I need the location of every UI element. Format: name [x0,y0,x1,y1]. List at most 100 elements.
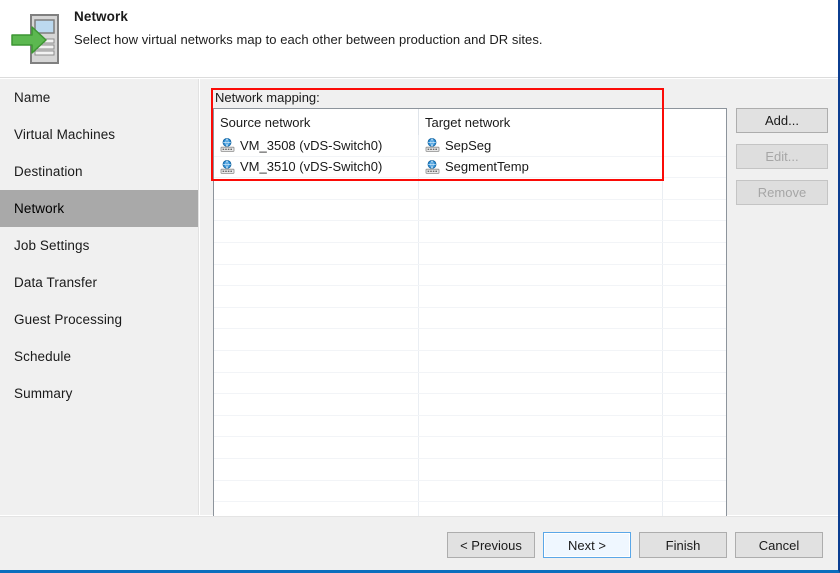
column-header-target-network[interactable]: Target network [419,109,663,135]
cell-empty [419,394,663,415]
cell-empty [214,373,419,394]
remove-button: Remove [736,180,828,205]
sidebar-item-name[interactable]: Name [0,79,198,116]
cell-empty [419,221,663,242]
cell-empty [214,200,419,221]
table-empty-row[interactable] [214,394,726,416]
cell-empty [419,351,663,372]
table-empty-row[interactable] [214,286,726,308]
add-button[interactable]: Add... [736,108,828,133]
cell-empty [214,394,419,415]
cell-empty [214,437,419,458]
cell-empty [663,200,726,221]
network-icon [220,138,235,152]
cell-empty [663,373,726,394]
cancel-button[interactable]: Cancel [735,532,823,558]
network-icon [425,138,440,152]
table-empty-row[interactable] [214,329,726,351]
cell-empty [663,394,726,415]
sidebar-item-destination[interactable]: Destination [0,153,198,190]
sidebar-item-summary[interactable]: Summary [0,375,198,412]
network-mapping-table[interactable]: Source networkTarget networkVM_3508 (vDS… [213,108,727,573]
target-network-label: SegmentTemp [445,159,529,174]
finish-button[interactable]: Finish [639,532,727,558]
sidebar-item-job-settings[interactable]: Job Settings [0,227,198,264]
column-header-extra[interactable] [663,109,726,135]
edit-button: Edit... [736,144,828,169]
cell-empty [214,178,419,199]
target-network-label: SepSeg [445,138,491,153]
table-actions-group: Add... Edit... Remove [736,108,828,216]
server-arrow-icon [10,10,68,68]
next-button[interactable]: Next > [543,532,631,558]
cell-empty [419,308,663,329]
cell-target-network[interactable]: SegmentTemp [419,157,663,178]
wizard-steps-sidebar: NameVirtual MachinesDestinationNetworkJo… [0,79,199,515]
table-empty-row[interactable] [214,265,726,287]
network-icon [220,160,235,174]
table-empty-row[interactable] [214,459,726,481]
cell-empty [214,459,419,480]
table-empty-row[interactable] [214,221,726,243]
cell-extra[interactable] [663,135,726,156]
table-empty-row[interactable] [214,351,726,373]
cell-empty [663,286,726,307]
table-empty-row[interactable] [214,416,726,438]
cell-empty [419,200,663,221]
wizard-header: Network Select how virtual networks map … [0,0,838,78]
page-subtitle: Select how virtual networks map to each … [74,32,543,47]
wizard-window: Network Select how virtual networks map … [0,0,840,573]
cell-empty [419,265,663,286]
table-empty-row[interactable] [214,200,726,222]
cell-empty [214,308,419,329]
table-row[interactable]: VM_3510 (vDS-Switch0) SegmentTemp [214,157,726,179]
sidebar-item-network[interactable]: Network [0,190,198,227]
cell-empty [214,351,419,372]
cell-target-network[interactable]: SepSeg [419,135,663,156]
cell-empty [419,178,663,199]
table-empty-row[interactable] [214,373,726,395]
page-title: Network [74,9,543,24]
cell-empty [419,243,663,264]
table-empty-row[interactable] [214,437,726,459]
sidebar-item-guest-processing[interactable]: Guest Processing [0,301,198,338]
cell-empty [214,481,419,502]
source-network-label: VM_3508 (vDS-Switch0) [240,138,382,153]
previous-button[interactable]: < Previous [447,532,535,558]
cell-empty [214,329,419,350]
cell-empty [419,437,663,458]
cell-empty [419,373,663,394]
cell-empty [214,416,419,437]
cell-source-network[interactable]: VM_3508 (vDS-Switch0) [214,135,419,156]
cell-empty [214,265,419,286]
sidebar-item-data-transfer[interactable]: Data Transfer [0,264,198,301]
cell-empty [663,243,726,264]
header-text-block: Network Select how virtual networks map … [74,9,543,47]
cell-extra[interactable] [663,157,726,178]
table-empty-row[interactable] [214,481,726,503]
cell-empty [663,308,726,329]
cell-empty [214,221,419,242]
table-row[interactable]: VM_3508 (vDS-Switch0) SepSeg [214,135,726,157]
cell-empty [419,329,663,350]
table-empty-row[interactable] [214,243,726,265]
cell-source-network[interactable]: VM_3510 (vDS-Switch0) [214,157,419,178]
cell-empty [663,351,726,372]
network-mapping-label: Network mapping: [215,90,324,105]
cell-empty [419,481,663,502]
cell-empty [663,416,726,437]
cell-empty [214,286,419,307]
cell-empty [419,416,663,437]
cell-empty [663,459,726,480]
column-header-source-network[interactable]: Source network [214,109,419,135]
sidebar-item-virtual-machines[interactable]: Virtual Machines [0,116,198,153]
cell-empty [663,329,726,350]
table-empty-row[interactable] [214,308,726,330]
source-network-label: VM_3510 (vDS-Switch0) [240,159,382,174]
cell-empty [663,221,726,242]
wizard-footer: < Previous Next > Finish Cancel [0,516,838,570]
cell-empty [663,437,726,458]
sidebar-item-schedule[interactable]: Schedule [0,338,198,375]
table-empty-row[interactable] [214,178,726,200]
table-header-row: Source networkTarget network [214,109,726,135]
